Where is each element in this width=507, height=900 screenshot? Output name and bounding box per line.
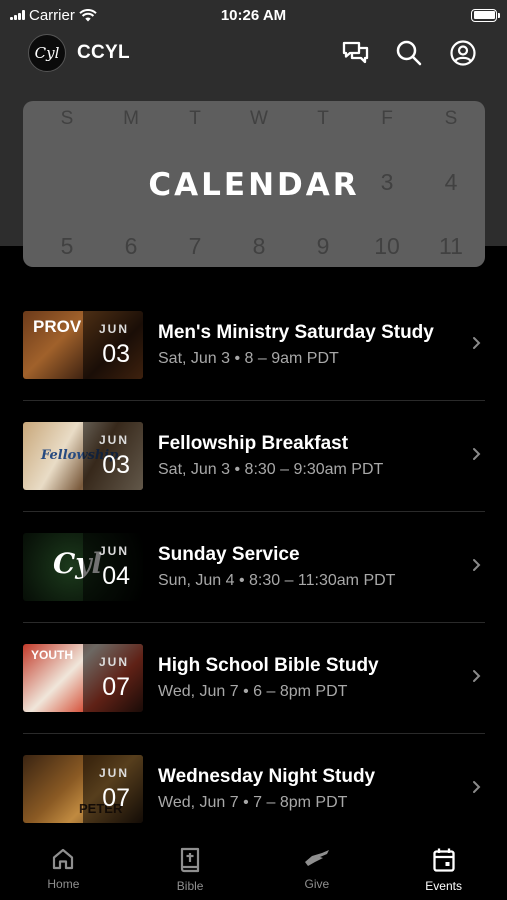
event-row[interactable]: Fellowship JUN 03 Fellowship Breakfast S…: [23, 401, 485, 512]
messages-button[interactable]: [339, 37, 371, 69]
tab-bar: Home Bible Give Events: [0, 838, 507, 900]
event-time: Sat, Jun 3 • 8:30 – 9:30am PDT: [158, 461, 384, 478]
event-title: Men's Ministry Saturday Study: [158, 322, 434, 343]
carrier-label: Carrier: [29, 6, 75, 24]
event-info: Wednesday Night Study Wed, Jun 7 • 7 – 8…: [158, 766, 455, 812]
event-info: High School Bible Study Wed, Jun 7 • 6 –…: [158, 655, 455, 701]
header-actions: [339, 37, 479, 69]
event-title: Sunday Service: [158, 544, 300, 565]
event-day: 03: [102, 340, 130, 368]
calendar-row_bottom-1: 6: [124, 233, 138, 259]
tab-events[interactable]: Events: [399, 847, 489, 893]
event-day: 04: [102, 562, 130, 590]
give-icon: [304, 850, 329, 866]
event-day: 03: [102, 451, 130, 479]
event-thumbnail: PETER JUN 07: [23, 755, 143, 823]
event-thumbnail: Fellowship JUN 03: [23, 422, 143, 490]
event-day: 07: [102, 673, 130, 701]
calendar-weekdays-0: S: [60, 108, 74, 129]
calendar-weekdays-4: T: [317, 108, 329, 129]
app-title: CCYL: [77, 42, 130, 63]
chevron-right-icon: [473, 559, 481, 571]
chevron-right-icon: [473, 337, 481, 349]
event-info: Sunday Service Sun, Jun 4 • 8:30 – 11:30…: [158, 544, 455, 590]
wifi-icon: [79, 8, 97, 21]
event-artwork-text: PROV: [33, 317, 82, 336]
search-icon: [396, 40, 422, 66]
tab-events-label: Events: [425, 879, 462, 893]
calendar-row_bottom-3: 8: [252, 233, 266, 259]
tab-give-label: Give: [304, 877, 330, 891]
event-row[interactable]: PROV JUN 03 Men's Ministry Saturday Stud…: [23, 290, 485, 401]
event-title: High School Bible Study: [158, 655, 379, 676]
carrier-status: Carrier: [10, 7, 97, 24]
signal-icon: [10, 10, 25, 20]
event-time: Wed, Jun 7 • 6 – 8pm PDT: [158, 683, 348, 700]
calendar-weekdays-6: S: [444, 108, 458, 129]
app-bar: Cyl CCYL: [28, 32, 479, 74]
tab-home[interactable]: Home: [18, 847, 108, 891]
event-month: JUN: [98, 433, 129, 447]
event-thumbnail: YOUTH JUN 07: [23, 644, 143, 712]
event-month: JUN: [98, 544, 129, 558]
search-button[interactable]: [393, 37, 425, 69]
calendar-row_bottom-6: 11: [439, 233, 463, 259]
tab-home-label: Home: [47, 877, 80, 891]
event-day: 07: [102, 784, 130, 812]
event-title: Fellowship Breakfast: [158, 433, 349, 454]
event-row[interactable]: YOUTH JUN 07 High School Bible Study Wed…: [23, 623, 485, 734]
home-icon: [53, 848, 74, 870]
event-title: Wednesday Night Study: [158, 766, 376, 787]
event-month: JUN: [98, 766, 129, 780]
chevron-right-icon: [473, 448, 481, 460]
brand: Cyl CCYL: [28, 34, 130, 72]
chevron-right-icon: [473, 781, 481, 793]
status-bar: Carrier 10:26 AM: [0, 0, 507, 30]
chevron-right-icon: [473, 670, 481, 682]
event-info: Fellowship Breakfast Sat, Jun 3 • 8:30 –…: [158, 433, 455, 479]
event-thumbnail: Cyl JUN 04: [23, 533, 143, 601]
event-month: JUN: [98, 322, 129, 336]
event-artwork-text: YOUTH: [31, 648, 73, 662]
event-info: Men's Ministry Saturday Study Sat, Jun 3…: [158, 322, 455, 368]
event-time: Wed, Jun 7 • 7 – 8pm PDT: [158, 794, 348, 811]
battery-icon: [471, 8, 500, 22]
calendar-weekdays-3: W: [250, 108, 268, 129]
bible-icon: [181, 847, 200, 873]
calendar-row_bottom-4: 9: [316, 233, 330, 259]
event-row[interactable]: PETER JUN 07 Wednesday Night Study Wed, …: [23, 734, 485, 845]
calendar-icon: [432, 848, 455, 872]
calendar-row_bottom-2: 7: [188, 233, 202, 259]
event-time: Sun, Jun 4 • 8:30 – 11:30am PDT: [158, 572, 396, 589]
tab-give[interactable]: Give: [272, 847, 362, 891]
calendar-row_bottom-0: 5: [60, 233, 74, 259]
tab-bible-label: Bible: [176, 879, 204, 893]
event-thumbnail: PROV JUN 03: [23, 311, 143, 379]
event-list: PROV JUN 03 Men's Ministry Saturday Stud…: [0, 290, 507, 845]
chat-bubbles-icon: [342, 41, 368, 64]
account-icon: [450, 40, 476, 66]
church-logo[interactable]: Cyl: [28, 34, 66, 72]
event-row[interactable]: Cyl JUN 04 Sunday Service Sun, Jun 4 • 8…: [23, 512, 485, 623]
calendar-weekdays-1: M: [123, 108, 139, 129]
profile-button[interactable]: [447, 37, 479, 69]
calendar-banner: S M T W T F S 3 4 5 6 7 8 9 10 11 CALENDAR: [23, 101, 485, 267]
event-time: Sat, Jun 3 • 8 – 9am PDT: [158, 350, 339, 367]
calendar-title: CALENDAR: [148, 167, 360, 203]
calendar-weekdays-5: F: [381, 108, 393, 129]
tab-bible[interactable]: Bible: [145, 847, 235, 893]
event-month: JUN: [98, 655, 129, 669]
calendar-row_bottom-5: 10: [374, 233, 400, 259]
calendar-weekdays-2: T: [189, 108, 201, 129]
